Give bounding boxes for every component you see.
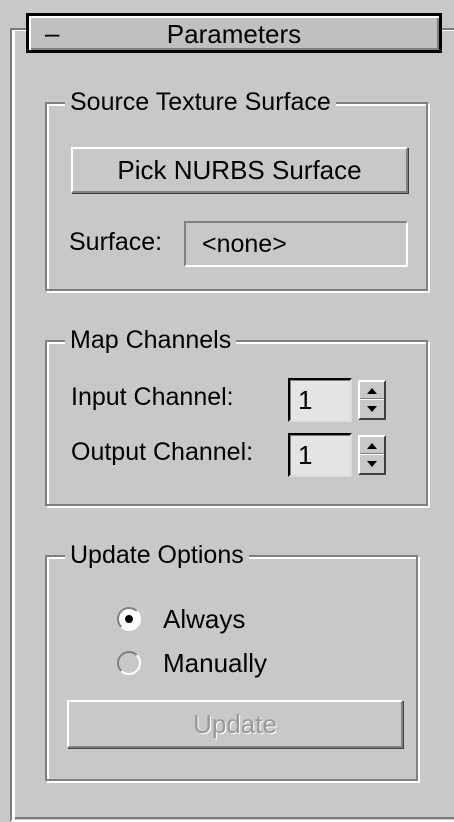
input-channel-spinner-buttons[interactable] <box>358 380 386 420</box>
radio-label[interactable]: Always <box>163 603 245 635</box>
update-options-group: Update Options Always Manually Update <box>45 540 418 781</box>
radio-selected-dot <box>125 615 133 623</box>
input-channel-field[interactable]: 1 <box>288 378 352 422</box>
triangle-down-icon[interactable] <box>367 406 377 412</box>
group-title: Update Options <box>65 540 249 570</box>
input-channel-label: Input Channel: <box>71 383 234 411</box>
surface-value-field: <none> <box>184 221 408 267</box>
output-channel-spinner: 1 <box>288 433 389 477</box>
group-title: Map Channels <box>65 325 237 355</box>
output-channel-spinner-buttons[interactable] <box>358 435 386 475</box>
triangle-up-icon[interactable] <box>367 443 377 449</box>
source-texture-surface-group: Source Texture Surface Pick NURBS Surfac… <box>45 87 428 291</box>
rollout-title: Parameters <box>166 19 302 49</box>
update-button[interactable]: Update <box>67 700 403 748</box>
output-channel-label: Output Channel: <box>71 438 254 466</box>
map-channels-group: Map Channels Input Channel: 1 Output Cha… <box>45 325 428 506</box>
output-channel-field[interactable]: 1 <box>288 433 352 477</box>
radio-button-icon[interactable] <box>117 607 141 631</box>
input-channel-spinner: 1 <box>288 378 389 422</box>
triangle-down-icon[interactable] <box>367 461 377 467</box>
radio-label[interactable]: Manually <box>163 647 267 679</box>
pick-nurbs-surface-button[interactable]: Pick NURBS Surface <box>71 147 408 193</box>
parameters-rollout-header[interactable]: – Parameters <box>26 13 442 53</box>
triangle-up-icon[interactable] <box>367 388 377 394</box>
radio-button-icon[interactable] <box>117 651 141 675</box>
surface-label: Surface: <box>69 228 163 256</box>
group-title: Source Texture Surface <box>65 87 336 117</box>
